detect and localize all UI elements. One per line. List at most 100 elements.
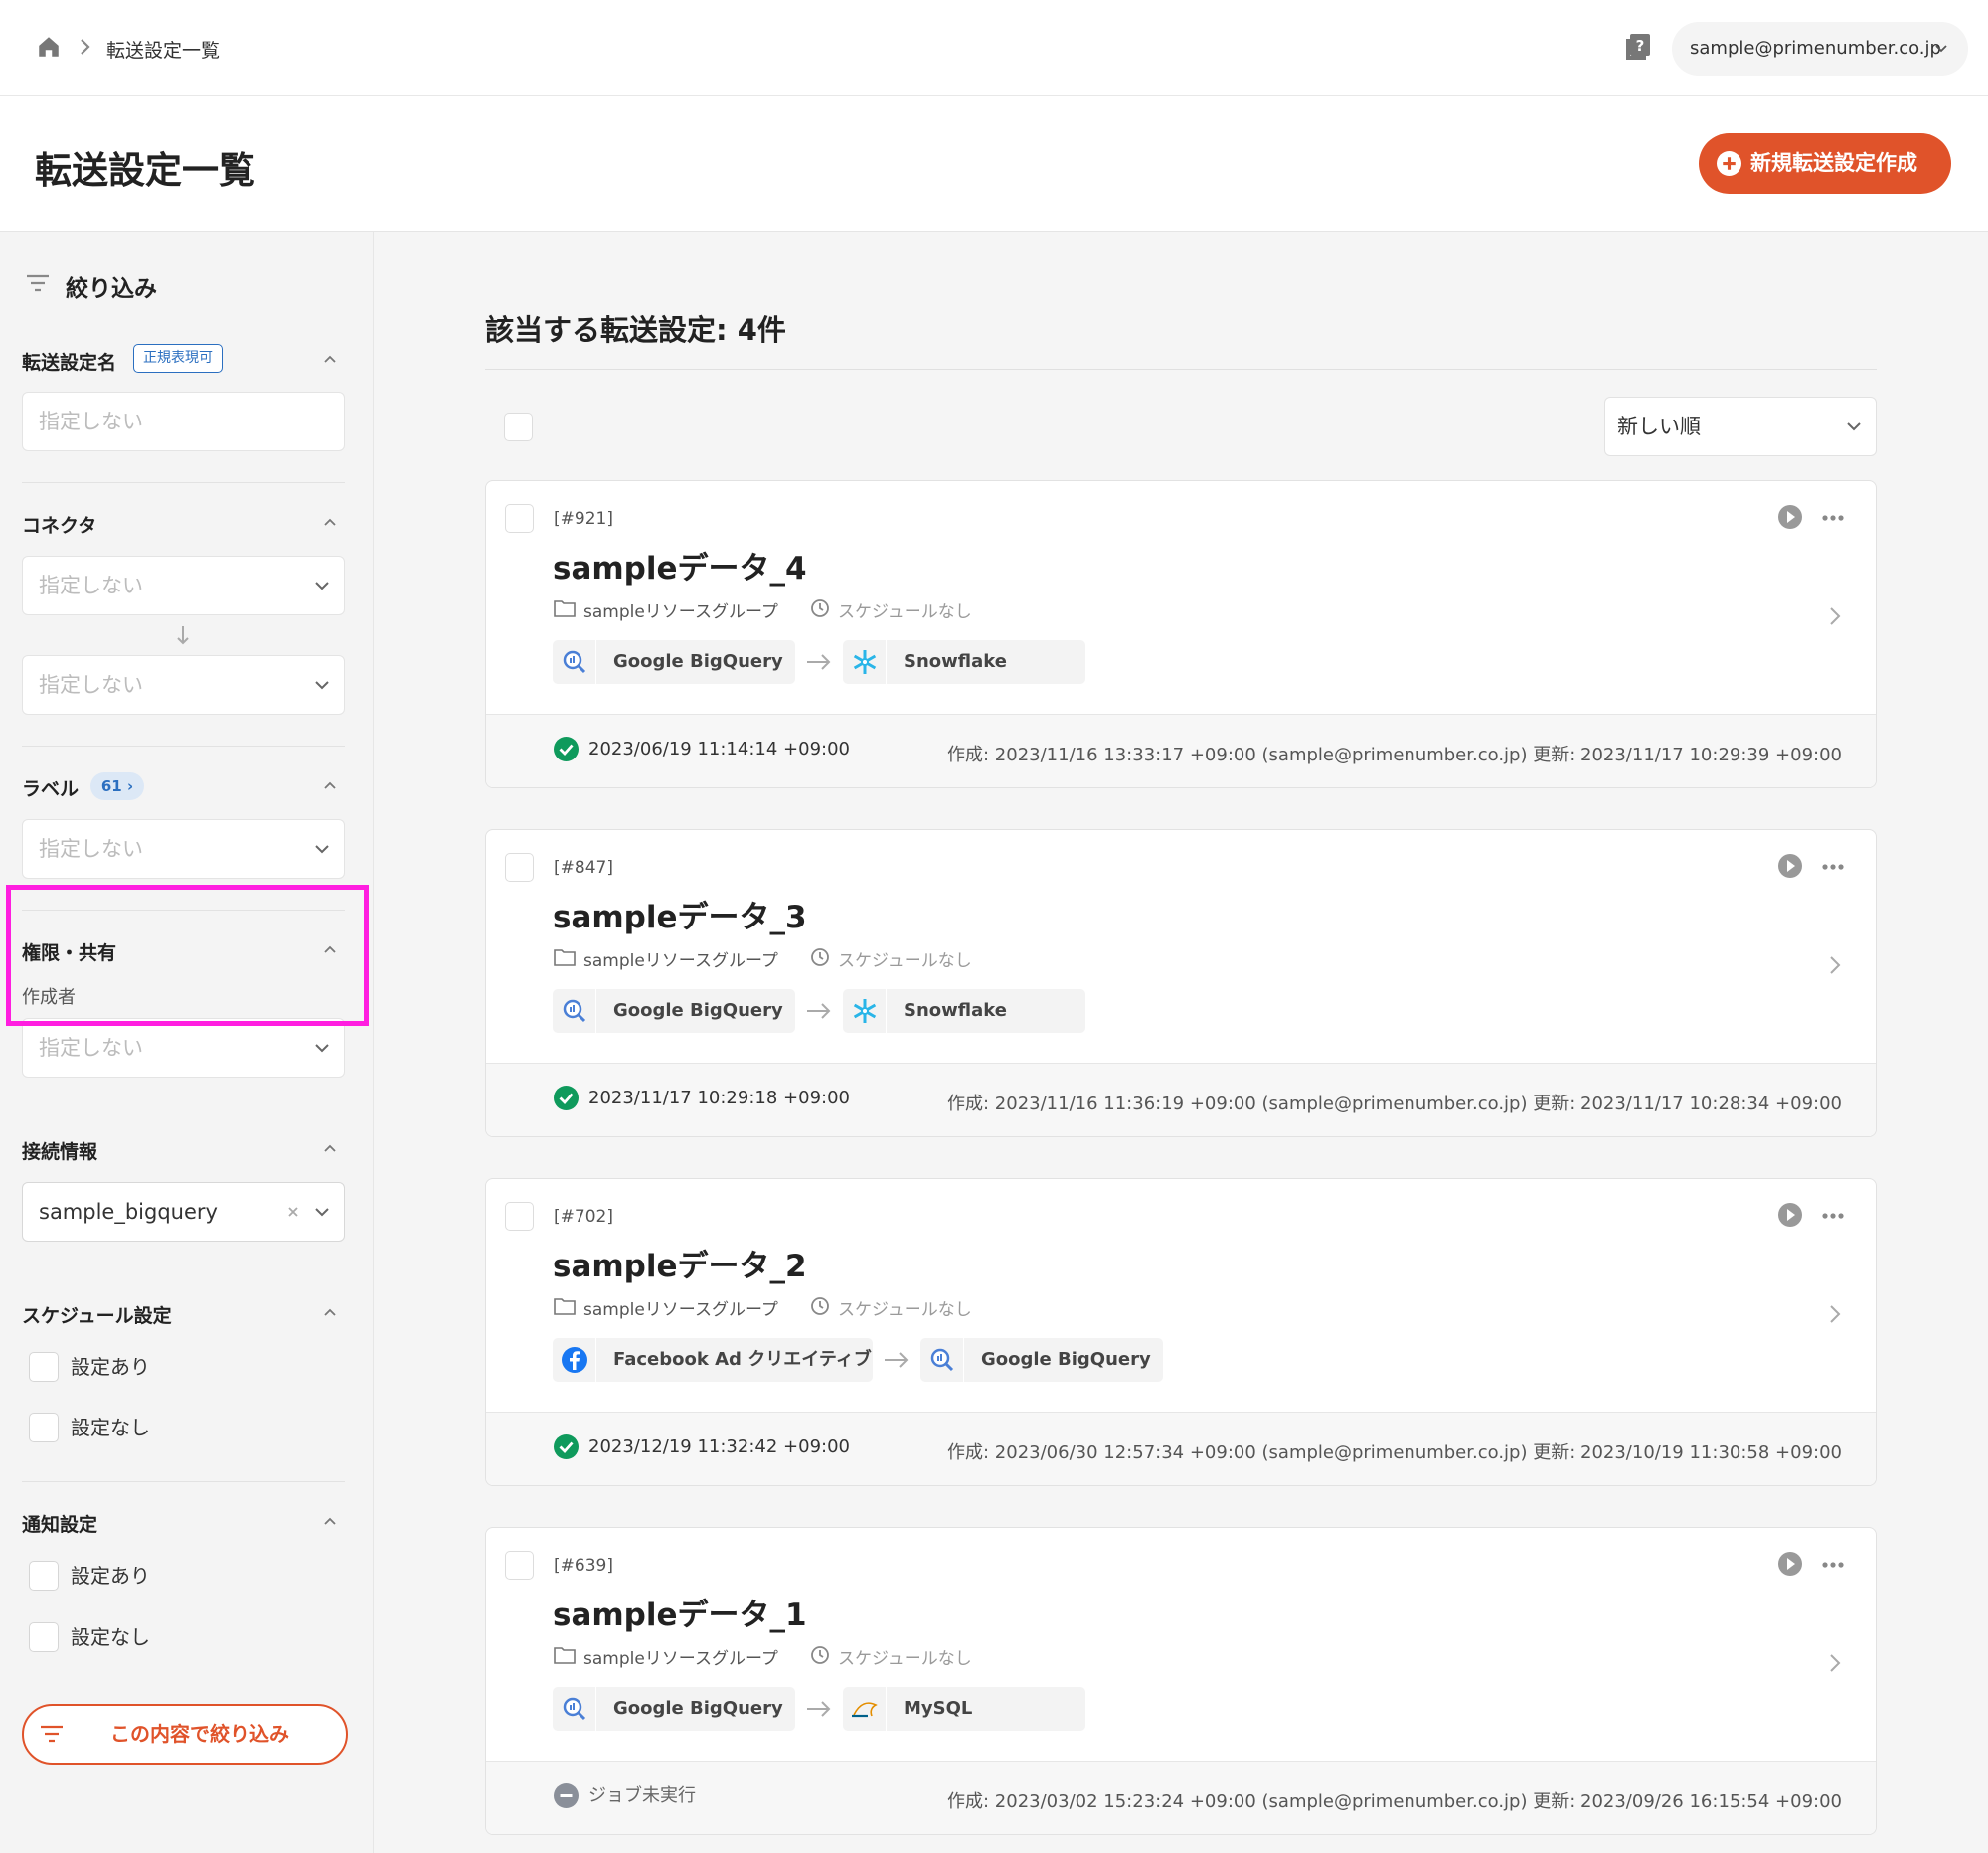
job-status: ジョブ未実行 bbox=[554, 1783, 696, 1808]
play-icon[interactable] bbox=[1777, 1202, 1803, 1228]
created-updated-info: 作成: 2023/03/02 15:23:24 +09:00 (sample@p… bbox=[947, 1791, 1842, 1812]
connector-dest-value: 指定しない bbox=[39, 673, 143, 697]
play-icon[interactable] bbox=[1777, 853, 1803, 879]
connector-source-select[interactable]: 指定しない bbox=[22, 556, 345, 615]
checkbox[interactable] bbox=[29, 1561, 59, 1591]
checkbox[interactable] bbox=[29, 1413, 59, 1442]
clock-icon bbox=[811, 948, 829, 966]
section-connector: コネクタ bbox=[22, 515, 97, 537]
filter-title: 絞り込み bbox=[66, 276, 157, 302]
transfer-title[interactable]: sampleデータ_4 bbox=[553, 543, 807, 588]
folder-icon bbox=[554, 600, 576, 617]
chevron-right-icon[interactable] bbox=[1828, 1652, 1842, 1674]
new-transfer-label: 新規転送設定作成 bbox=[1750, 151, 1917, 175]
dest-connector: MySQL bbox=[843, 1687, 1085, 1731]
play-icon[interactable] bbox=[1777, 504, 1803, 530]
chevron-right-icon[interactable] bbox=[1828, 1303, 1842, 1325]
connection-select[interactable]: sample_bigquery bbox=[22, 1182, 345, 1242]
help-icon[interactable]: ? bbox=[1624, 32, 1652, 62]
notify-set-checkbox[interactable]: 設定あり bbox=[29, 1561, 150, 1591]
more-icon[interactable] bbox=[1821, 1212, 1845, 1220]
filter-heading: 絞り込み bbox=[26, 269, 157, 303]
play-icon[interactable] bbox=[1777, 1551, 1803, 1577]
arrow-right-icon bbox=[807, 1003, 831, 1019]
bigquery-icon bbox=[920, 1338, 964, 1382]
clear-icon[interactable] bbox=[286, 1205, 300, 1219]
more-icon[interactable] bbox=[1821, 863, 1845, 871]
checkbox-label: 設定なし bbox=[71, 1625, 150, 1649]
mysql-icon bbox=[843, 1687, 887, 1731]
transfer-name-input[interactable]: 指定しない bbox=[22, 392, 345, 451]
transfer-card[interactable]: [#921] sampleデータ_4 sampleリソースグループ スケジュール… bbox=[485, 480, 1877, 788]
source-connector: Facebook Ad クリエイティブ bbox=[553, 1338, 873, 1382]
chevron-up-icon[interactable] bbox=[322, 1515, 338, 1527]
schedule-info: スケジュールなし bbox=[810, 946, 972, 971]
plus-circle-icon bbox=[1717, 151, 1741, 176]
schedule-label: スケジュールなし bbox=[838, 602, 972, 622]
transfer-card[interactable]: [#702] sampleデータ_2 sampleリソースグループ スケジュール… bbox=[485, 1178, 1877, 1486]
job-status: 2023/06/19 11:14:14 +09:00 bbox=[554, 737, 850, 761]
folder-icon bbox=[554, 949, 576, 966]
regex-badge: 正規表現可 bbox=[133, 344, 223, 373]
chevron-up-icon[interactable] bbox=[322, 353, 338, 365]
chevron-right-icon bbox=[81, 39, 90, 55]
new-transfer-button[interactable]: 新規転送設定作成 bbox=[1699, 133, 1951, 194]
divider bbox=[485, 369, 1877, 370]
section-notification: 通知設定 bbox=[22, 1514, 98, 1536]
more-icon[interactable] bbox=[1821, 514, 1845, 522]
card-checkbox[interactable] bbox=[505, 853, 534, 882]
section-label: ラベル bbox=[22, 778, 80, 800]
select-all-checkbox[interactable] bbox=[504, 413, 533, 441]
schedule-set-checkbox[interactable]: 設定あり bbox=[29, 1352, 150, 1382]
dest-label: Snowflake bbox=[904, 651, 1007, 672]
top-bar: 転送設定一覧 ? sample@primenumber.co.jp bbox=[0, 0, 1988, 96]
chevron-up-icon[interactable] bbox=[322, 516, 338, 528]
resource-group-label: sampleリソースグループ bbox=[583, 1649, 778, 1669]
sort-select[interactable]: 新しい順 bbox=[1604, 397, 1877, 456]
schedule-info: スケジュールなし bbox=[810, 1644, 972, 1669]
connector-source-value: 指定しない bbox=[39, 574, 143, 597]
success-check-icon bbox=[554, 737, 579, 761]
label-select[interactable]: 指定しない bbox=[22, 819, 345, 879]
card-checkbox[interactable] bbox=[505, 1551, 534, 1580]
transfer-card[interactable]: [#847] sampleデータ_3 sampleリソースグループ スケジュール… bbox=[485, 829, 1877, 1137]
chevron-right-icon[interactable] bbox=[1828, 954, 1842, 976]
dest-connector: Snowflake bbox=[843, 640, 1085, 684]
resource-group: sampleリソースグループ bbox=[554, 1295, 778, 1320]
source-connector: Google BigQuery bbox=[553, 640, 795, 684]
user-menu[interactable]: sample@primenumber.co.jp bbox=[1672, 22, 1968, 76]
transfer-card[interactable]: [#639] sampleデータ_1 sampleリソースグループ スケジュール… bbox=[485, 1527, 1877, 1835]
checkbox[interactable] bbox=[29, 1352, 59, 1382]
transfer-title[interactable]: sampleデータ_2 bbox=[553, 1241, 807, 1285]
schedule-label: スケジュールなし bbox=[838, 951, 972, 971]
checkbox-label: 設定あり bbox=[71, 1355, 150, 1379]
not-run-icon bbox=[554, 1783, 579, 1808]
label-count-badge[interactable]: 61 › bbox=[90, 772, 144, 800]
home-icon[interactable] bbox=[36, 34, 62, 60]
chevron-up-icon[interactable] bbox=[322, 1306, 338, 1318]
card-checkbox[interactable] bbox=[505, 504, 534, 533]
sort-value: 新しい順 bbox=[1617, 415, 1701, 438]
job-status: 2023/12/19 11:32:42 +09:00 bbox=[554, 1434, 850, 1459]
transfer-title[interactable]: sampleデータ_1 bbox=[553, 1590, 807, 1634]
job-status: 2023/11/17 10:29:18 +09:00 bbox=[554, 1086, 850, 1110]
section-schedule: スケジュール設定 bbox=[22, 1305, 172, 1327]
card-checkbox[interactable] bbox=[505, 1202, 534, 1231]
chevron-up-icon[interactable] bbox=[322, 1142, 338, 1154]
apply-filter-button[interactable]: この内容で絞り込み bbox=[22, 1704, 348, 1765]
chevron-right-icon[interactable] bbox=[1828, 605, 1842, 627]
transfer-id: [#847] bbox=[554, 858, 613, 878]
transfer-title[interactable]: sampleデータ_3 bbox=[553, 892, 807, 936]
schedule-unset-checkbox[interactable]: 設定なし bbox=[29, 1413, 150, 1442]
creator-select[interactable]: 指定しない bbox=[22, 1018, 345, 1078]
user-email: sample@primenumber.co.jp bbox=[1690, 38, 1941, 59]
connector-dest-select[interactable]: 指定しない bbox=[22, 655, 345, 715]
checkbox[interactable] bbox=[29, 1622, 59, 1652]
svg-text:?: ? bbox=[1636, 37, 1645, 55]
chevron-down-icon bbox=[315, 582, 329, 590]
chevron-up-icon[interactable] bbox=[322, 779, 338, 791]
notify-unset-checkbox[interactable]: 設定なし bbox=[29, 1622, 150, 1652]
checkbox-label: 設定なし bbox=[71, 1416, 150, 1439]
creator-value: 指定しない bbox=[39, 1036, 143, 1060]
more-icon[interactable] bbox=[1821, 1561, 1845, 1569]
